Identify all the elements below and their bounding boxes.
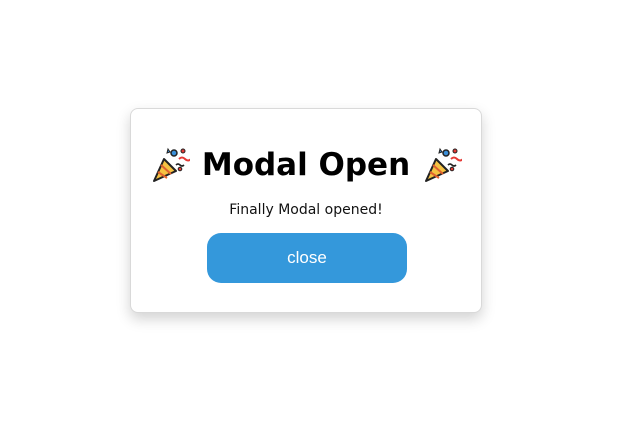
party-popper-icon bbox=[150, 145, 192, 185]
party-popper-icon bbox=[422, 145, 464, 185]
modal-title: Modal Open bbox=[201, 147, 411, 183]
modal-title-row: Modal Open bbox=[131, 143, 481, 187]
modal-message: Finally Modal opened! bbox=[229, 202, 383, 218]
close-button[interactable]: close bbox=[207, 233, 407, 283]
modal-dialog: Modal Open Finally Modal opened! close bbox=[130, 108, 482, 313]
